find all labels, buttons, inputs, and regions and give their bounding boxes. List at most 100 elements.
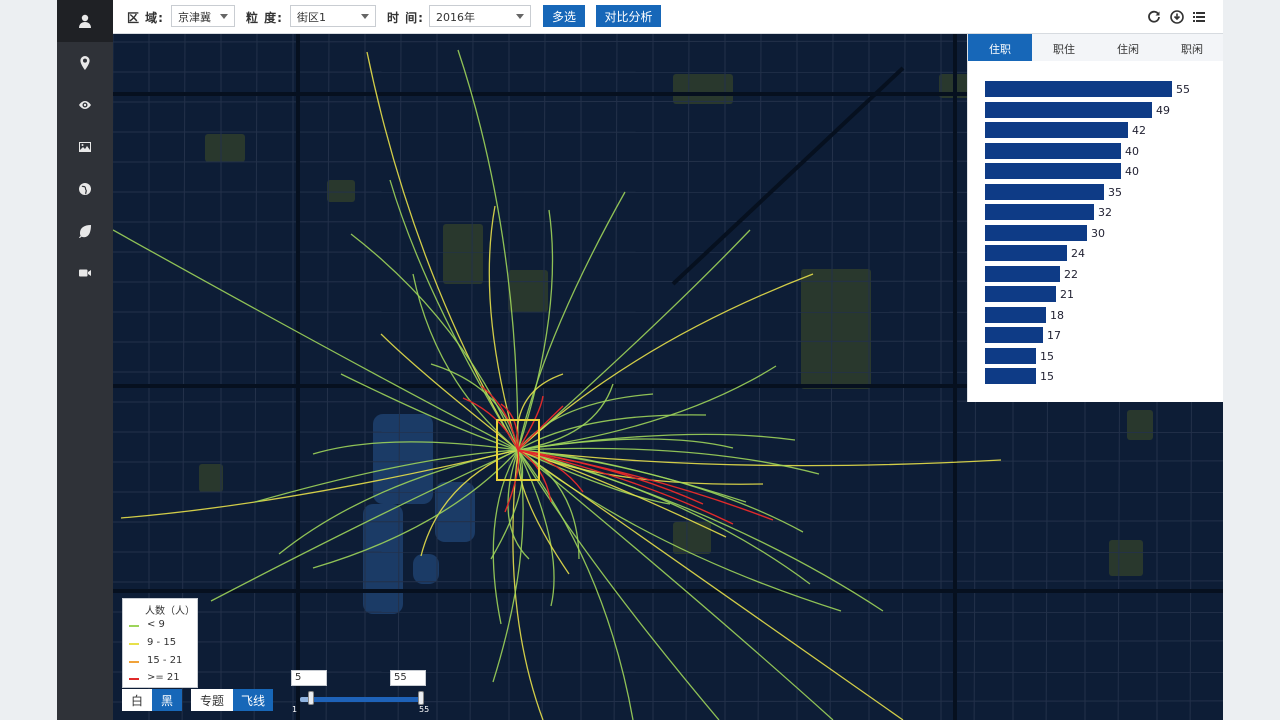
- bar: [985, 122, 1128, 138]
- flyline-toggle[interactable]: 飞线: [233, 689, 273, 711]
- bar: [985, 286, 1056, 302]
- bar-value-label: 24: [1071, 247, 1085, 260]
- legend-swatch: [129, 643, 139, 645]
- chevron-down-icon: [220, 14, 228, 19]
- tab-live-leisure[interactable]: 住闲: [1096, 34, 1160, 61]
- range-min-input[interactable]: 5: [291, 670, 327, 686]
- granularity-select[interactable]: 街区1: [290, 5, 376, 27]
- time-label: 时 间:: [387, 11, 424, 25]
- legend-swatch: [129, 661, 139, 663]
- list-button[interactable]: [1192, 9, 1206, 23]
- sidebar: [57, 0, 113, 720]
- sidebar-item-globe[interactable]: [57, 168, 113, 210]
- map-park: [205, 134, 245, 162]
- region-select-value: 京津冀: [178, 11, 211, 24]
- range-slider-high-handle[interactable]: [418, 691, 424, 705]
- chevron-down-icon: [361, 14, 369, 19]
- bar-value-label: 17: [1047, 329, 1061, 342]
- map-water: [413, 554, 439, 584]
- bar: [985, 163, 1121, 179]
- range-min-tick: 1: [292, 705, 298, 714]
- region-select[interactable]: 京津冀: [171, 5, 235, 27]
- bar: [985, 368, 1036, 384]
- refresh-button[interactable]: [1147, 9, 1161, 23]
- map-park: [199, 464, 223, 492]
- bar: [985, 81, 1172, 97]
- black-basemap-toggle[interactable]: 黑: [152, 689, 182, 711]
- compare-analysis-button[interactable]: 对比分析: [596, 5, 661, 27]
- bar: [985, 224, 1087, 241]
- bar-value-label: 55: [1176, 83, 1190, 96]
- theme-toggle[interactable]: 专题: [191, 689, 233, 711]
- bar: [985, 204, 1094, 220]
- range-max-tick: 55: [419, 705, 430, 714]
- region-label: 区 域:: [127, 11, 164, 25]
- time-select-value: 2016年: [436, 11, 475, 24]
- white-basemap-toggle[interactable]: 白: [122, 689, 152, 711]
- eye-icon: [79, 101, 91, 109]
- bar-value-label: 21: [1060, 288, 1074, 301]
- map-park: [1109, 540, 1143, 576]
- range-slider-track[interactable]: [300, 697, 421, 702]
- bar: [985, 265, 1060, 282]
- bar-value-label: 18: [1050, 308, 1064, 322]
- time-select[interactable]: 2016年: [429, 5, 531, 27]
- bar: [985, 245, 1067, 261]
- bar: [985, 347, 1036, 364]
- granularity-select-value: 街区1: [297, 11, 326, 24]
- map-park: [508, 270, 548, 312]
- globe-icon: [79, 183, 91, 195]
- tab-work-live[interactable]: 职住: [1032, 34, 1096, 61]
- bar: [985, 327, 1043, 343]
- legend-swatch: [129, 678, 139, 680]
- sidebar-item-user[interactable]: [57, 0, 113, 42]
- map-legend: 人数（人） < 9 9 - 15 15 - 21 >= 21: [122, 598, 198, 688]
- bar-value-label: 30: [1091, 226, 1105, 240]
- bar-chart: 55 49 42 40 40 35 32 30 24 22 21 18 17 15 15: [968, 61, 1223, 402]
- bar: [985, 183, 1104, 200]
- range-max-input[interactable]: 55: [390, 670, 426, 686]
- bar-value-label: 15: [1040, 370, 1054, 383]
- sidebar-item-eye[interactable]: [57, 84, 113, 126]
- location-pin-icon: [80, 56, 90, 70]
- bar-value-label: 35: [1108, 185, 1122, 199]
- list-icon: [1193, 12, 1205, 22]
- map-park: [327, 180, 355, 202]
- sidebar-item-leaf[interactable]: [57, 210, 113, 252]
- map-park: [443, 224, 483, 284]
- map-park: [1127, 410, 1153, 440]
- legend-label: < 9: [147, 619, 165, 630]
- map-water: [373, 414, 433, 504]
- download-button[interactable]: [1170, 9, 1184, 24]
- legend-label: 15 - 21: [147, 655, 183, 666]
- toolbar: 区 域: 京津冀 粒 度: 街区1 时 间: 2016年 多选 对比分析: [113, 0, 1223, 34]
- app-window: 区 域: 京津冀 粒 度: 街区1 时 间: 2016年 多选 对比分析 住职: [57, 0, 1223, 720]
- legend-label: >= 21: [147, 672, 180, 683]
- image-icon: [79, 142, 91, 152]
- chevron-down-icon: [516, 14, 524, 19]
- bar-value-label: 15: [1040, 349, 1054, 363]
- bar-value-label: 42: [1132, 124, 1146, 137]
- sidebar-item-image[interactable]: [57, 126, 113, 168]
- legend-title: 人数（人）: [145, 606, 195, 617]
- bar: [985, 306, 1046, 323]
- map-park: [801, 269, 871, 389]
- bar-value-label: 32: [1098, 206, 1112, 219]
- download-icon: [1170, 10, 1184, 24]
- bar-value-label: 40: [1125, 165, 1139, 178]
- tab-work-leisure[interactable]: 职闲: [1160, 34, 1223, 61]
- leaf-icon: [79, 225, 91, 238]
- range-slider-fill: [311, 697, 421, 702]
- map-park: [673, 74, 733, 104]
- tab-live-work[interactable]: 住职: [968, 34, 1032, 61]
- legend-swatch: [129, 625, 139, 627]
- statistics-panel: 住职 职住 住闲 职闲 55 49 42 40 40 35 32 30 24 22 21 18 17 15…: [967, 34, 1223, 402]
- sidebar-item-location[interactable]: [57, 42, 113, 84]
- bar: [985, 101, 1152, 118]
- multi-select-button[interactable]: 多选: [543, 5, 585, 27]
- panel-tabs: 住职 职住 住闲 职闲: [968, 34, 1223, 61]
- refresh-icon: [1148, 10, 1160, 23]
- sidebar-item-video[interactable]: [57, 252, 113, 294]
- range-slider-low-handle[interactable]: [308, 691, 314, 705]
- bar: [985, 142, 1121, 159]
